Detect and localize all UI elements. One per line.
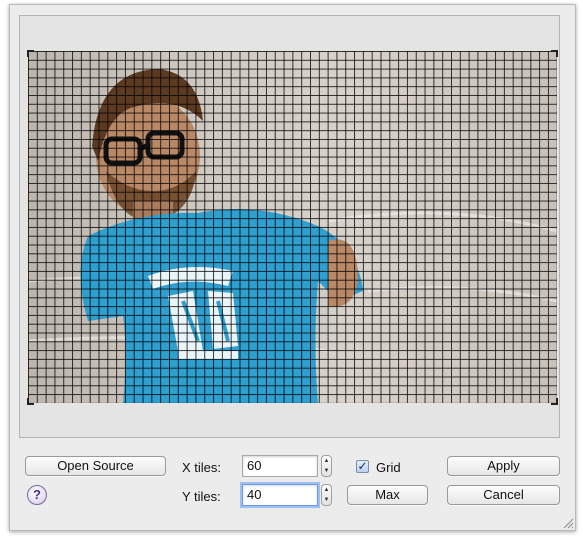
chevron-up-icon[interactable]: ▲ (322, 456, 331, 466)
question-mark-icon[interactable]: ? (27, 485, 47, 505)
grid-label: Grid (376, 460, 401, 475)
crop-corner-bottom-left (27, 398, 34, 405)
y-tiles-field[interactable]: 40 (242, 484, 318, 506)
crop-corner-top-left (27, 50, 34, 57)
y-tiles-label: Y tiles: (182, 489, 221, 504)
y-tiles-stepper[interactable]: ▲ ▼ (321, 484, 332, 506)
x-tiles-stepper[interactable]: ▲ ▼ (321, 455, 332, 477)
crop-corner-top-right (551, 50, 558, 57)
tiled-image-preview (28, 51, 557, 403)
x-tiles-label: X tiles: (182, 460, 222, 475)
tile-grid-overlay (28, 51, 557, 403)
crop-corner-bottom-right (551, 398, 558, 405)
chevron-down-icon[interactable]: ▼ (322, 495, 331, 505)
chevron-up-icon[interactable]: ▲ (322, 485, 331, 495)
x-tiles-field[interactable]: 60 (242, 455, 318, 477)
max-button[interactable]: Max (347, 485, 428, 505)
chevron-down-icon[interactable]: ▼ (322, 466, 331, 476)
apply-button[interactable]: Apply (447, 456, 560, 476)
cancel-button[interactable]: Cancel (447, 485, 560, 505)
checkmark-icon: ✓ (357, 459, 368, 473)
grid-checkbox[interactable]: ✓ (356, 460, 369, 473)
resize-grip-icon[interactable] (562, 517, 574, 529)
open-source-button[interactable]: Open Source (25, 456, 166, 476)
